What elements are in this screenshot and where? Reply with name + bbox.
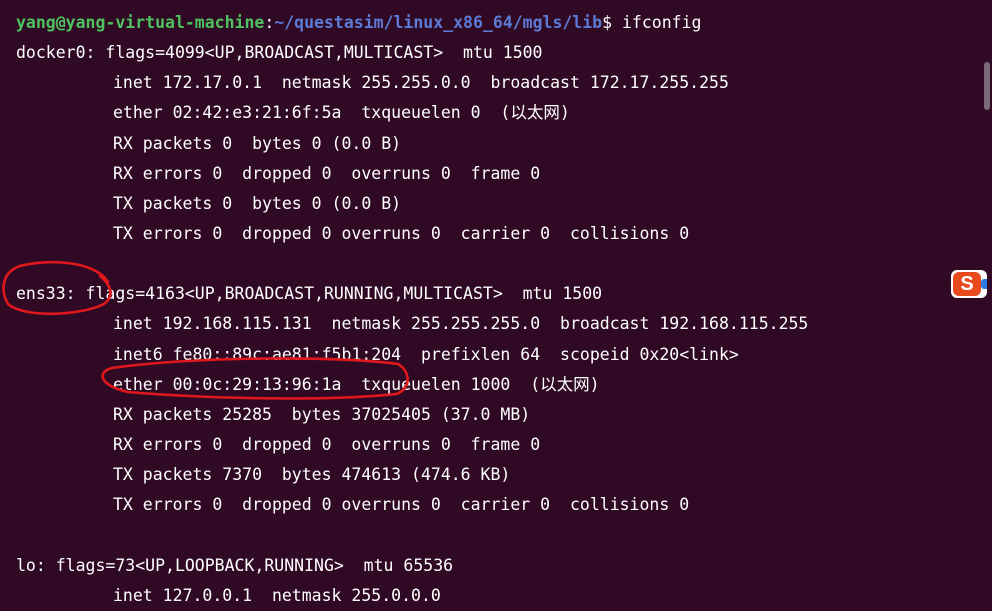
sogou-icon-accent — [981, 279, 987, 289]
prompt-user-host: yang@yang-virtual-machine — [16, 13, 265, 32]
sogou-s-letter: S — [953, 272, 981, 296]
docker0-rx-packets: RX packets 0 bytes 0 (0.0 B) — [113, 133, 402, 153]
prompt-path: ~/questasim/linux_x86_64/mgls/lib — [274, 13, 603, 32]
docker0-rx-errors: RX errors 0 dropped 0 overruns 0 frame 0 — [113, 163, 541, 183]
sogou-input-icon[interactable]: S — [951, 270, 987, 298]
ens33-header: ens33: flags=4163<UP,BROADCAST,RUNNING,M… — [16, 284, 603, 304]
docker0-header: docker0: flags=4099<UP,BROADCAST,MULTICA… — [16, 43, 543, 63]
prompt-line: yang@yang-virtual-machine:~/questasim/li… — [16, 13, 702, 32]
ens33-rx-errors: RX errors 0 dropped 0 overruns 0 frame 0 — [113, 434, 541, 454]
docker0-tx-packets: TX packets 0 bytes 0 (0.0 B) — [113, 193, 402, 213]
docker0-inet: inet 172.17.0.1 netmask 255.255.0.0 broa… — [113, 73, 729, 93]
ens33-inet: inet 192.168.115.131 netmask 255.255.255… — [113, 314, 809, 334]
lo-header: lo: flags=73<UP,LOOPBACK,RUNNING> mtu 65… — [16, 555, 454, 575]
terminal-output[interactable]: yang@yang-virtual-machine:~/questasim/li… — [16, 0, 992, 605]
ens33-inet6: inet6 fe80::89c:ae81:f5b1:204 prefixlen … — [113, 344, 739, 364]
docker0-tx-errors: TX errors 0 dropped 0 overruns 0 carrier… — [113, 223, 690, 243]
prompt-command: ifconfig — [622, 13, 702, 32]
scrollbar-thumb[interactable] — [984, 62, 990, 110]
docker0-ether: ether 02:42:e3:21:6f:5a txqueuelen 0 (以太… — [113, 103, 570, 123]
lo-inet: inet 127.0.0.1 netmask 255.0.0.0 — [113, 585, 441, 605]
ens33-tx-packets: TX packets 7370 bytes 474613 (474.6 KB) — [113, 465, 511, 485]
ens33-tx-errors: TX errors 0 dropped 0 overruns 0 carrier… — [113, 495, 690, 515]
ens33-rx-packets: RX packets 25285 bytes 37025405 (37.0 MB… — [113, 404, 531, 424]
ens33-ether: ether 00:0c:29:13:96:1a txqueuelen 1000 … — [113, 374, 600, 394]
prompt-symbol: $ — [602, 13, 622, 32]
